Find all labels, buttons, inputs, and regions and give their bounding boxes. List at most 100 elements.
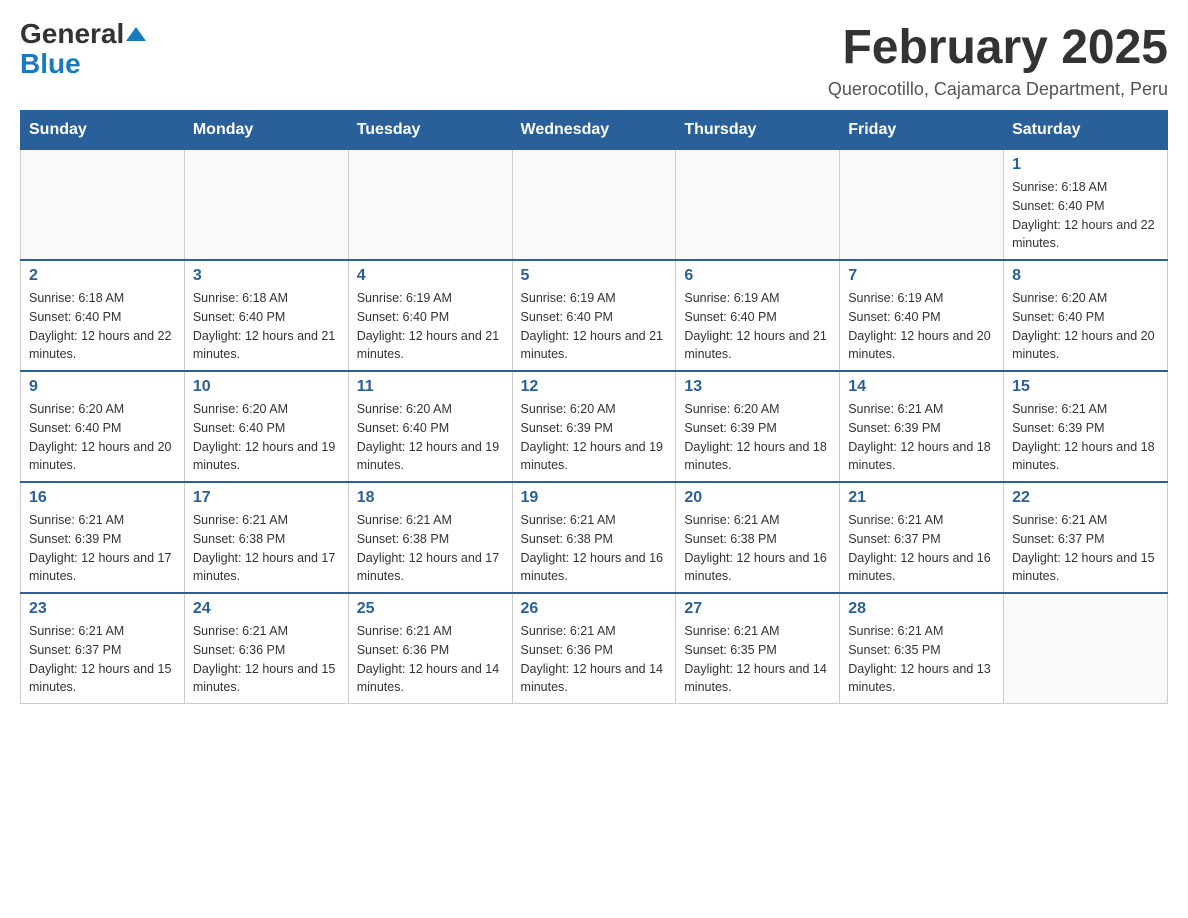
calendar-day-cell: 13 Sunrise: 6:20 AM Sunset: 6:39 PM Dayli… — [676, 371, 840, 482]
day-info: Sunrise: 6:18 AM Sunset: 6:40 PM Dayligh… — [29, 289, 176, 364]
day-info: Sunrise: 6:18 AM Sunset: 6:40 PM Dayligh… — [193, 289, 340, 364]
day-info: Sunrise: 6:21 AM Sunset: 6:37 PM Dayligh… — [848, 511, 995, 586]
calendar-day-cell: 26 Sunrise: 6:21 AM Sunset: 6:36 PM Dayli… — [512, 593, 676, 704]
day-number: 22 — [1012, 489, 1159, 507]
day-info: Sunrise: 6:21 AM Sunset: 6:36 PM Dayligh… — [521, 622, 668, 697]
calendar-week-row: 16 Sunrise: 6:21 AM Sunset: 6:39 PM Dayli… — [21, 482, 1168, 593]
calendar-week-row: 9 Sunrise: 6:20 AM Sunset: 6:40 PM Daylig… — [21, 371, 1168, 482]
day-number: 10 — [193, 378, 340, 396]
calendar-day-cell: 7 Sunrise: 6:19 AM Sunset: 6:40 PM Daylig… — [840, 260, 1004, 371]
day-info: Sunrise: 6:20 AM Sunset: 6:40 PM Dayligh… — [193, 400, 340, 475]
day-info: Sunrise: 6:21 AM Sunset: 6:35 PM Dayligh… — [848, 622, 995, 697]
day-of-week-header: Wednesday — [512, 111, 676, 150]
calendar-day-cell — [21, 150, 185, 261]
day-number: 17 — [193, 489, 340, 507]
day-info: Sunrise: 6:21 AM Sunset: 6:39 PM Dayligh… — [29, 511, 176, 586]
day-number: 9 — [29, 378, 176, 396]
calendar-day-cell: 16 Sunrise: 6:21 AM Sunset: 6:39 PM Dayli… — [21, 482, 185, 593]
calendar-day-cell — [348, 150, 512, 261]
calendar-day-cell: 22 Sunrise: 6:21 AM Sunset: 6:37 PM Dayli… — [1004, 482, 1168, 593]
day-number: 23 — [29, 600, 176, 618]
calendar-day-cell — [512, 150, 676, 261]
day-info: Sunrise: 6:19 AM Sunset: 6:40 PM Dayligh… — [521, 289, 668, 364]
day-info: Sunrise: 6:21 AM Sunset: 6:38 PM Dayligh… — [193, 511, 340, 586]
day-number: 20 — [684, 489, 831, 507]
day-info: Sunrise: 6:21 AM Sunset: 6:38 PM Dayligh… — [357, 511, 504, 586]
day-info: Sunrise: 6:21 AM Sunset: 6:37 PM Dayligh… — [29, 622, 176, 697]
day-number: 6 — [684, 267, 831, 285]
calendar-day-cell: 24 Sunrise: 6:21 AM Sunset: 6:36 PM Dayli… — [184, 593, 348, 704]
logo-blue: Blue — [20, 48, 81, 80]
logo-triangle-icon — [126, 27, 146, 41]
day-number: 13 — [684, 378, 831, 396]
calendar-day-cell: 25Sunrise: 6:21 AM Sunset: 6:36 PM Dayli… — [348, 593, 512, 704]
day-info: Sunrise: 6:20 AM Sunset: 6:40 PM Dayligh… — [357, 400, 504, 475]
calendar-day-cell: 4Sunrise: 6:19 AM Sunset: 6:40 PM Daylig… — [348, 260, 512, 371]
day-number: 27 — [684, 600, 831, 618]
day-info: Sunrise: 6:21 AM Sunset: 6:39 PM Dayligh… — [1012, 400, 1159, 475]
day-number: 8 — [1012, 267, 1159, 285]
day-of-week-header: Thursday — [676, 111, 840, 150]
day-number: 18 — [357, 489, 504, 507]
calendar-day-cell: 23 Sunrise: 6:21 AM Sunset: 6:37 PM Dayli… — [21, 593, 185, 704]
day-of-week-header: Sunday — [21, 111, 185, 150]
calendar-week-row: 2 Sunrise: 6:18 AM Sunset: 6:40 PM Daylig… — [21, 260, 1168, 371]
day-info: Sunrise: 6:19 AM Sunset: 6:40 PM Dayligh… — [848, 289, 995, 364]
calendar-day-cell: 21Sunrise: 6:21 AM Sunset: 6:37 PM Dayli… — [840, 482, 1004, 593]
day-number: 2 — [29, 267, 176, 285]
day-info: Sunrise: 6:20 AM Sunset: 6:40 PM Dayligh… — [29, 400, 176, 475]
day-number: 3 — [193, 267, 340, 285]
location-subtitle: Querocotillo, Cajamarca Department, Peru — [828, 79, 1168, 100]
day-number: 24 — [193, 600, 340, 618]
title-section: February 2025 Querocotillo, Cajamarca De… — [828, 20, 1168, 100]
day-info: Sunrise: 6:21 AM Sunset: 6:38 PM Dayligh… — [521, 511, 668, 586]
calendar-day-cell: 27 Sunrise: 6:21 AM Sunset: 6:35 PM Dayli… — [676, 593, 840, 704]
calendar-week-row: 1 Sunrise: 6:18 AM Sunset: 6:40 PM Daylig… — [21, 150, 1168, 261]
day-info: Sunrise: 6:20 AM Sunset: 6:39 PM Dayligh… — [684, 400, 831, 475]
day-number: 11 — [357, 378, 504, 396]
day-info: Sunrise: 6:20 AM Sunset: 6:39 PM Dayligh… — [521, 400, 668, 475]
calendar-day-cell: 20 Sunrise: 6:21 AM Sunset: 6:38 PM Dayli… — [676, 482, 840, 593]
day-number: 25 — [357, 600, 504, 618]
calendar-day-cell — [840, 150, 1004, 261]
calendar-day-cell: 1 Sunrise: 6:18 AM Sunset: 6:40 PM Daylig… — [1004, 150, 1168, 261]
calendar-day-cell: 9 Sunrise: 6:20 AM Sunset: 6:40 PM Daylig… — [21, 371, 185, 482]
calendar-day-cell: 12 Sunrise: 6:20 AM Sunset: 6:39 PM Dayli… — [512, 371, 676, 482]
calendar-day-cell — [676, 150, 840, 261]
calendar-day-cell: 15Sunrise: 6:21 AM Sunset: 6:39 PM Dayli… — [1004, 371, 1168, 482]
calendar-day-cell: 11 Sunrise: 6:20 AM Sunset: 6:40 PM Dayli… — [348, 371, 512, 482]
day-number: 12 — [521, 378, 668, 396]
logo: General Blue — [20, 20, 146, 80]
calendar-header-row: SundayMondayTuesdayWednesdayThursdayFrid… — [21, 111, 1168, 150]
calendar-day-cell — [1004, 593, 1168, 704]
day-info: Sunrise: 6:19 AM Sunset: 6:40 PM Dayligh… — [684, 289, 831, 364]
calendar-day-cell: 28 Sunrise: 6:21 AM Sunset: 6:35 PM Dayli… — [840, 593, 1004, 704]
day-number: 5 — [521, 267, 668, 285]
day-info: Sunrise: 6:21 AM Sunset: 6:35 PM Dayligh… — [684, 622, 831, 697]
day-info: Sunrise: 6:18 AM Sunset: 6:40 PM Dayligh… — [1012, 178, 1159, 253]
day-info: Sunrise: 6:21 AM Sunset: 6:37 PM Dayligh… — [1012, 511, 1159, 586]
day-number: 28 — [848, 600, 995, 618]
day-info: Sunrise: 6:19 AM Sunset: 6:40 PM Dayligh… — [357, 289, 504, 364]
day-number: 14 — [848, 378, 995, 396]
calendar-day-cell: 8Sunrise: 6:20 AM Sunset: 6:40 PM Daylig… — [1004, 260, 1168, 371]
day-info: Sunrise: 6:21 AM Sunset: 6:36 PM Dayligh… — [193, 622, 340, 697]
calendar-day-cell: 6 Sunrise: 6:19 AM Sunset: 6:40 PM Daylig… — [676, 260, 840, 371]
calendar-day-cell: 14Sunrise: 6:21 AM Sunset: 6:39 PM Dayli… — [840, 371, 1004, 482]
day-of-week-header: Friday — [840, 111, 1004, 150]
day-number: 1 — [1012, 156, 1159, 174]
calendar-day-cell: 17 Sunrise: 6:21 AM Sunset: 6:38 PM Dayli… — [184, 482, 348, 593]
calendar-day-cell: 19Sunrise: 6:21 AM Sunset: 6:38 PM Dayli… — [512, 482, 676, 593]
day-number: 7 — [848, 267, 995, 285]
day-number: 16 — [29, 489, 176, 507]
month-title: February 2025 — [828, 20, 1168, 75]
calendar-day-cell: 5 Sunrise: 6:19 AM Sunset: 6:40 PM Daylig… — [512, 260, 676, 371]
calendar-day-cell: 2 Sunrise: 6:18 AM Sunset: 6:40 PM Daylig… — [21, 260, 185, 371]
logo-general: General — [20, 20, 124, 48]
calendar-day-cell: 3 Sunrise: 6:18 AM Sunset: 6:40 PM Daylig… — [184, 260, 348, 371]
day-of-week-header: Tuesday — [348, 111, 512, 150]
day-number: 26 — [521, 600, 668, 618]
calendar-table: SundayMondayTuesdayWednesdayThursdayFrid… — [20, 110, 1168, 704]
page-header: General Blue February 2025 Querocotillo,… — [20, 20, 1168, 100]
day-info: Sunrise: 6:21 AM Sunset: 6:38 PM Dayligh… — [684, 511, 831, 586]
